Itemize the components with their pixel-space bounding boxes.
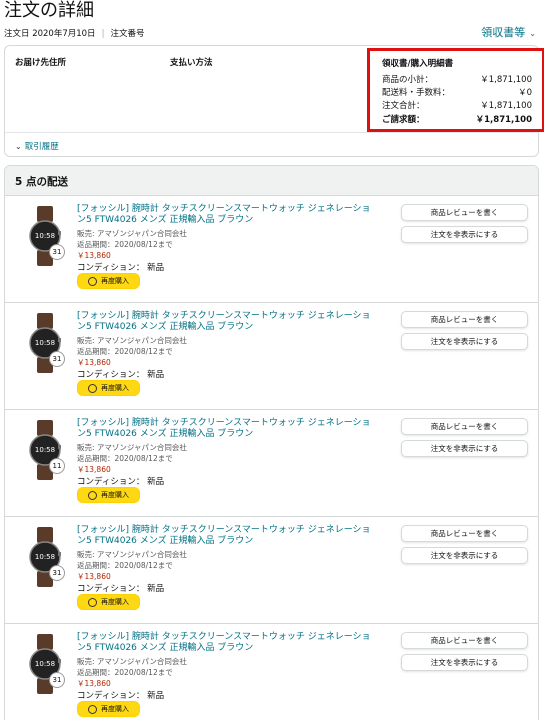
svg-text:10:58: 10:58 (35, 339, 55, 347)
shipping-fee-label: 配送料・手数料： (382, 88, 451, 98)
meta-divider: | (101, 29, 105, 39)
item-condition: コンディション： 新品 (77, 584, 165, 594)
quantity-badge: 31 (49, 244, 65, 260)
product-title-link[interactable]: [フォッシル] 腕時計 タッチスクリーンスマートウォッチ ジェネレーション5 F… (77, 311, 377, 333)
return-period-text: 返品期間：2020/08/12まで (77, 240, 173, 249)
quantity-badge: 31 (49, 351, 65, 367)
product-title-link[interactable]: [フォッシル] 腕時計 タッチスクリーンスマートウォッチ ジェネレーション5 F… (77, 525, 377, 547)
order-total-label: 注文合計： (382, 101, 425, 111)
order-meta: 注文日 2020年7月10日 | 注文番号 (4, 27, 144, 39)
svg-text:10:58: 10:58 (35, 232, 55, 240)
buy-again-button[interactable]: 再度購入 (77, 594, 140, 610)
chevron-down-icon: ⌄ (15, 142, 22, 151)
refresh-icon (88, 383, 97, 393)
shipping-fee-value: ￥0 (518, 88, 532, 98)
shipment-item: 10:58 31 [フォッシル] 腕時計 タッチスクリーンスマートウォッチ ジェ… (5, 303, 538, 410)
hide-order-button[interactable]: 注文を非表示にする (401, 333, 528, 350)
chevron-down-icon: ⌄ (529, 29, 536, 38)
write-review-button[interactable]: 商品レビューを書く (401, 204, 528, 221)
transaction-history-label: 取引履歴 (24, 142, 59, 152)
svg-text:10:58: 10:58 (35, 446, 55, 454)
receipt-title: 領収書/購入明細書 (382, 59, 454, 69)
billing-total-row: ご請求額： ￥1,871,100 (382, 114, 532, 127)
order-date: 注文日 2020年7月10日 (4, 29, 96, 39)
seller-text: 販売: アマゾンジャパン合同会社 (77, 336, 187, 345)
item-condition: コンディション： 新品 (77, 477, 165, 487)
item-price: ￥13,860 (77, 358, 111, 367)
subtotal-value: ￥1,871,100 (480, 75, 532, 85)
svg-text:10:58: 10:58 (35, 553, 55, 561)
hide-order-button[interactable]: 注文を非表示にする (401, 440, 528, 457)
buy-again-label: 再度購入 (101, 705, 129, 713)
item-condition: コンディション： 新品 (77, 691, 165, 701)
quantity-badge: 31 (49, 565, 65, 581)
subtotal-label: 商品の小計： (382, 75, 434, 85)
order-number-label: 注文番号 (110, 29, 145, 39)
shipment-item: 10:58 11 [フォッシル] 腕時計 タッチスクリーンスマートウォッチ ジェ… (5, 410, 538, 517)
write-review-button[interactable]: 商品レビューを書く (401, 525, 528, 542)
buy-again-label: 再度購入 (101, 491, 129, 499)
order-summary-box: お届け先住所 支払い方法 領収書/購入明細書 商品の小計： ￥1,871,100 … (4, 45, 544, 157)
buy-again-button[interactable]: 再度購入 (77, 487, 140, 503)
hide-order-button[interactable]: 注文を非表示にする (401, 654, 528, 671)
buy-again-label: 再度購入 (101, 598, 129, 606)
seller-text: 販売: アマゾンジャパン合同会社 (77, 657, 187, 666)
hide-order-button[interactable]: 注文を非表示にする (401, 226, 528, 243)
product-title-link[interactable]: [フォッシル] 腕時計 タッチスクリーンスマートウォッチ ジェネレーション5 F… (77, 418, 377, 440)
buy-again-label: 再度購入 (101, 384, 129, 392)
refresh-icon (88, 490, 97, 500)
write-review-button[interactable]: 商品レビューを書く (401, 632, 528, 649)
receipt-link-label: 領収書等 (481, 26, 526, 39)
buy-again-button[interactable]: 再度購入 (77, 380, 140, 396)
quantity-badge: 11 (49, 458, 65, 474)
svg-text:10:58: 10:58 (35, 660, 55, 668)
seller-text: 販売: アマゾンジャパン合同会社 (77, 443, 187, 452)
order-total-row: 注文合計： ￥1,871,100 (382, 100, 532, 113)
receipt-summary-panel: 領収書/購入明細書 商品の小計： ￥1,871,100 配送料・手数料： ￥0 注文… (367, 48, 544, 132)
return-period-text: 返品期間：2020/08/12まで (77, 668, 173, 677)
buy-again-label: 再度購入 (101, 277, 129, 285)
seller-text: 販売: アマゾンジャパン合同会社 (77, 550, 187, 559)
item-price: ￥13,860 (77, 572, 111, 581)
item-price: ￥13,860 (77, 251, 111, 260)
shipment-item: 10:58 31 [フォッシル] 腕時計 タッチスクリーンスマートウォッチ ジェ… (5, 517, 538, 624)
transaction-history-link[interactable]: ⌄ 取引履歴 (15, 140, 59, 152)
write-review-button[interactable]: 商品レビューを書く (401, 418, 528, 435)
hide-order-button[interactable]: 注文を非表示にする (401, 547, 528, 564)
item-price: ￥13,860 (77, 679, 111, 688)
refresh-icon (88, 597, 97, 607)
refresh-icon (88, 704, 97, 714)
buy-again-button[interactable]: 再度購入 (77, 701, 140, 717)
return-period-text: 返品期間：2020/08/12まで (77, 454, 173, 463)
product-title-link[interactable]: [フォッシル] 腕時計 タッチスクリーンスマートウォッチ ジェネレーション5 F… (77, 204, 377, 226)
shipping-fee-row: 配送料・手数料： ￥0 (382, 87, 532, 100)
seller-text: 販売: アマゾンジャパン合同会社 (77, 229, 187, 238)
item-price: ￥13,860 (77, 465, 111, 474)
item-condition: コンディション： 新品 (77, 263, 165, 273)
shipping-address-label: お届け先住所 (15, 58, 67, 68)
shipment-item: 10:58 31 [フォッシル] 腕時計 タッチスクリーンスマートウォッチ ジェ… (5, 624, 538, 720)
quantity-badge: 31 (49, 672, 65, 688)
summary-divider (5, 132, 538, 133)
buy-again-button[interactable]: 再度購入 (77, 273, 140, 289)
shipment-box: 5 点の配送 10:58 31 [フォッシル] 腕時計 タッチスクリーンスマート… (4, 165, 539, 720)
return-period-text: 返品期間：2020/08/12まで (77, 561, 173, 570)
page-title: 注文の詳細 (4, 0, 94, 21)
item-condition: コンディション： 新品 (77, 370, 165, 380)
order-total-value: ￥1,871,100 (480, 101, 532, 111)
shipment-item: 10:58 31 [フォッシル] 腕時計 タッチスクリーンスマートウォッチ ジェ… (5, 196, 538, 303)
shipment-header: 5 点の配送 (5, 166, 538, 196)
receipt-link[interactable]: 領収書等 ⌄ (481, 24, 536, 40)
product-title-link[interactable]: [フォッシル] 腕時計 タッチスクリーンスマートウォッチ ジェネレーション5 F… (77, 632, 377, 654)
billing-total-label: ご請求額： (382, 115, 425, 125)
payment-method-label: 支払い方法 (170, 58, 213, 68)
return-period-text: 返品期間：2020/08/12まで (77, 347, 173, 356)
billing-total-value: ￥1,871,100 (475, 115, 532, 125)
write-review-button[interactable]: 商品レビューを書く (401, 311, 528, 328)
refresh-icon (88, 276, 97, 286)
subtotal-row: 商品の小計： ￥1,871,100 (382, 74, 532, 87)
